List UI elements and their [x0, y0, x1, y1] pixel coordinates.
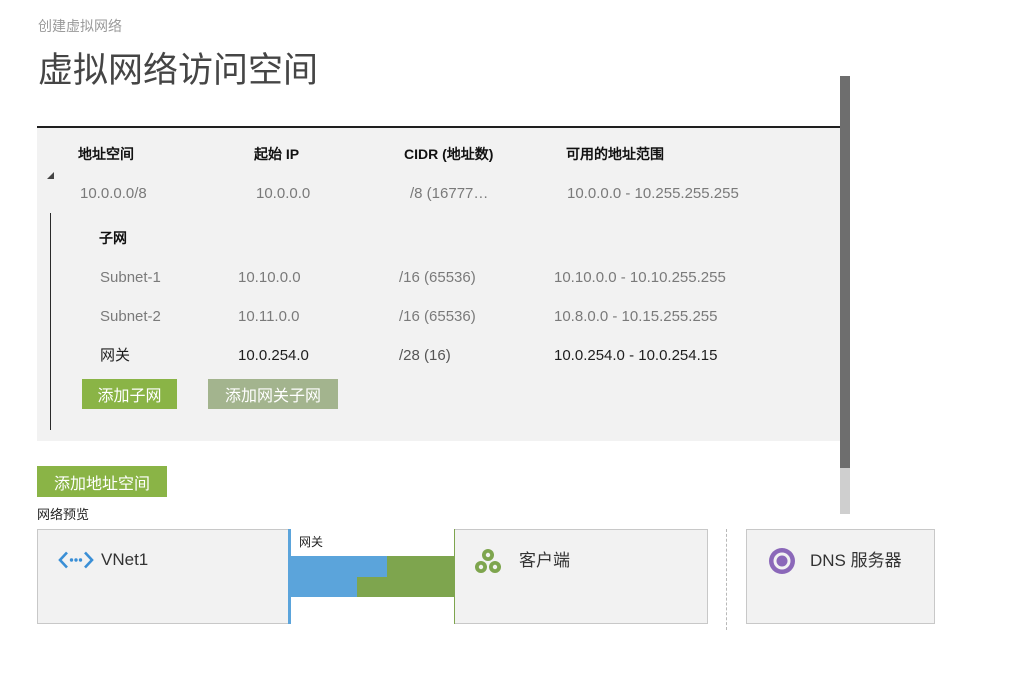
add-gateway-subnet-button[interactable]: 添加网关子网: [208, 379, 338, 409]
vnet-icon-left-chevron: [58, 551, 68, 569]
client-label: 客户端: [519, 551, 570, 570]
dns-label: DNS 服务器: [810, 551, 902, 570]
address-space-name: 10.0.0.0/8: [80, 185, 147, 202]
vnet-icon: [58, 551, 94, 569]
address-space-cidr-select[interactable]: /8 (16777…: [410, 184, 488, 204]
page-title: 虚拟网络访问空间: [38, 51, 319, 90]
client-icon-circle-center: [478, 564, 484, 570]
add-subnet-button[interactable]: 添加子网: [82, 379, 177, 409]
gateway-subnet-row: 网关 10.0.254.0 /28 (16) 10.0.254.0 - 10.0…: [51, 346, 750, 366]
scrollbar-thumb[interactable]: [840, 76, 850, 468]
client-icon-circle-center: [485, 552, 491, 558]
dns-node: DNS 服务器: [746, 529, 935, 624]
subnet-usable-range: 10.8.0.0 - 10.15.255.255: [554, 308, 718, 325]
subnet-usable-range: 10.10.0.0 - 10.10.255.255: [554, 269, 726, 286]
vnet-node: VNet1: [37, 529, 290, 624]
gateway-subnet-cidr-select[interactable]: /28 (16): [399, 346, 451, 366]
address-space-start-ip-field[interactable]: 10.0.0.0: [256, 184, 310, 204]
subnet-start-ip-field[interactable]: 10.10.0.0: [238, 268, 301, 288]
gateway-subnet-start-ip-field[interactable]: 10.0.254.0: [238, 346, 309, 366]
gateway-label: 网关: [299, 535, 324, 549]
vnet-icon-dot: [78, 558, 83, 562]
client-icon-circle-center: [492, 564, 498, 570]
address-space-usable-range: 10.0.0.0 - 10.255.255.255: [567, 185, 739, 202]
create-vnet-page: 创建虚拟网络 虚拟网络访问空间 地址空间 起始 IP CIDR (地址数) 可用…: [0, 0, 1021, 677]
subnets-heading: 子网: [99, 230, 127, 246]
subnet-cidr-select[interactable]: /16 (65536): [399, 307, 476, 327]
subnet-cidr-select[interactable]: /16 (65536): [399, 268, 476, 288]
dns-separator: [726, 529, 727, 630]
gateway-subnet-usable-range: 10.0.254.0 - 10.0.254.15: [554, 347, 718, 364]
gateway-connector-graphic: [291, 556, 454, 597]
subnet-group: 子网 Subnet-1 10.10.0.0 /16 (65536) 10.10.…: [50, 213, 750, 430]
subnet-start-ip-field[interactable]: 10.11.0.0: [238, 307, 299, 327]
column-header-usable-range: 可用的地址范围: [566, 146, 664, 162]
dns-icon-core: [776, 555, 788, 567]
table-header-row: 地址空间 起始 IP CIDR (地址数) 可用的地址范围: [37, 144, 840, 164]
address-space-panel: 地址空间 起始 IP CIDR (地址数) 可用的地址范围 10.0.0.0/8…: [37, 128, 840, 441]
subnet-row: Subnet-2 10.11.0.0 /16 (65536) 10.8.0.0 …: [51, 307, 750, 327]
vnet-icon-dot: [74, 558, 78, 562]
expand-triangle-icon[interactable]: [47, 172, 54, 179]
address-space-row: 10.0.0.0/8 10.0.0.0 /8 (16777… 10.0.0.0 …: [37, 184, 840, 204]
vnet-label: VNet1: [101, 550, 149, 569]
subnet-name-field[interactable]: Subnet-1: [100, 268, 161, 288]
vertical-scrollbar[interactable]: [840, 76, 850, 514]
gateway-subnet-name: 网关: [100, 347, 131, 364]
subnet-name-field[interactable]: Subnet-2: [100, 307, 161, 327]
column-header-start-ip: 起始 IP: [254, 146, 300, 162]
breadcrumb: 创建虚拟网络: [38, 18, 122, 34]
client-group-icon: [475, 549, 501, 573]
dns-server-icon: [769, 548, 795, 574]
column-header-address-space: 地址空间: [78, 146, 134, 162]
subnet-row: Subnet-1 10.10.0.0 /16 (65536) 10.10.0.0…: [51, 268, 750, 288]
vnet-icon-dot: [69, 558, 74, 562]
column-header-cidr: CIDR (地址数): [404, 146, 494, 162]
add-address-space-button[interactable]: 添加地址空间: [37, 466, 167, 497]
client-node: 客户端: [455, 529, 708, 624]
network-preview-diagram: VNet1 网关 客户端 DNS 服务器: [37, 529, 935, 630]
vnet-icon-right-chevron: [84, 551, 94, 569]
network-preview-title: 网络预览: [37, 507, 90, 522]
